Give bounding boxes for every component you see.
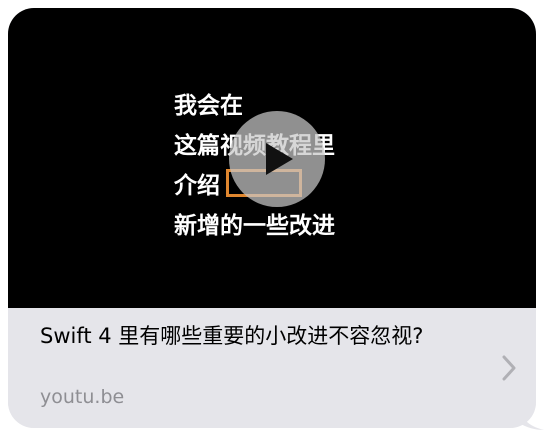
link-info[interactable]: Swift 4 里有哪些重要的小改进不容忽视? youtu.be [8, 308, 536, 428]
link-title: Swift 4 里有哪些重要的小改进不容忽视? [40, 324, 424, 348]
link-domain: youtu.be [40, 386, 125, 408]
video-thumbnail[interactable]: 我会在 这篇视频教程里 介绍 新增的一些改进 [8, 8, 536, 308]
bubble-tail [518, 404, 544, 430]
caption-line-3-text: 介绍 [174, 173, 220, 199]
play-button[interactable] [229, 111, 325, 207]
link-preview-bubble[interactable]: 我会在 这篇视频教程里 介绍 新增的一些改进 Swift 4 里有哪些重要的小改… [8, 8, 536, 428]
chevron-right-icon [502, 355, 516, 381]
caption-line-4: 新增的一些改进 [174, 213, 335, 239]
play-icon [266, 143, 293, 175]
